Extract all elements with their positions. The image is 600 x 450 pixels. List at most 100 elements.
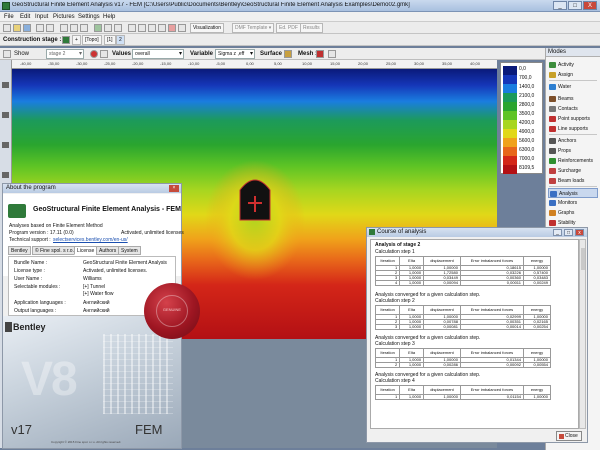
menu-pictures[interactable]: Pictures: [53, 14, 75, 20]
mode-label: Contacts: [558, 106, 578, 112]
mode-analysis[interactable]: Analysis: [548, 188, 598, 198]
support-label: Technical support :: [9, 237, 51, 243]
undo-icon[interactable]: [36, 24, 44, 32]
menu-help[interactable]: Help: [103, 14, 115, 20]
new-file-icon[interactable]: [3, 24, 11, 32]
menu-settings[interactable]: Settings: [78, 14, 100, 20]
close-button-dialog[interactable]: Close: [556, 431, 582, 441]
print-icon[interactable]: [168, 24, 176, 32]
iteration-table: Iteration Elta displacement Error imbalance…: [374, 348, 552, 368]
copy-icon[interactable]: [70, 24, 78, 32]
paste-icon[interactable]: [80, 24, 88, 32]
mode-separator: [549, 134, 597, 135]
template-dropdown[interactable]: DMF Template ▾: [232, 23, 275, 33]
show-label[interactable]: Show: [14, 51, 29, 57]
mode-props[interactable]: Props: [548, 146, 598, 156]
log-scrollbar[interactable]: [579, 239, 586, 429]
menu-file[interactable]: File: [4, 14, 14, 20]
settings-icon[interactable]: [328, 50, 336, 58]
minimize-button[interactable]: _: [553, 1, 567, 10]
surface-label: Surface :: [260, 51, 286, 57]
stage-select[interactable]: stage 2: [46, 49, 84, 59]
redo-icon[interactable]: [46, 24, 54, 32]
legend-swatch: [503, 66, 517, 75]
table-cell: 0,00249: [522, 280, 552, 286]
stage-2-button[interactable]: 2: [116, 35, 125, 45]
mode-water[interactable]: Water: [548, 82, 598, 92]
nav-arrow-icon[interactable]: [2, 112, 9, 118]
field-value: Английский: [83, 308, 110, 314]
menu-edit[interactable]: Edit: [20, 14, 30, 20]
frame-icon[interactable]: [158, 24, 166, 32]
variable-select[interactable]: Sigma z ,eff: [215, 49, 255, 59]
course-close-x-button[interactable]: x: [575, 229, 584, 236]
field-value: Английский: [83, 300, 110, 306]
mode-point-supports[interactable]: Point supports: [548, 114, 598, 124]
mode-contacts[interactable]: Contacts: [548, 104, 598, 114]
values-select[interactable]: overall: [132, 49, 184, 59]
tab-fine[interactable]: © Fine spol. s r.o.: [32, 246, 77, 255]
copyright: Copyright © 2015 Fine spol. s r.o. All r…: [51, 440, 122, 444]
close-button[interactable]: X: [583, 1, 597, 10]
surface-icon[interactable]: [284, 50, 292, 58]
course-minimize-button[interactable]: _: [553, 229, 562, 236]
mode-monitors[interactable]: Monitors: [548, 198, 598, 208]
variable-label: Variable :: [190, 51, 217, 57]
cross-icon[interactable]: [100, 50, 108, 58]
preview-icon[interactable]: [178, 24, 186, 32]
nav-arrow-icon[interactable]: [2, 142, 9, 148]
tab-authors[interactable]: Authors: [96, 246, 120, 255]
about-close-button[interactable]: ×: [169, 185, 179, 192]
rotate-icon[interactable]: [148, 24, 156, 32]
cut-icon[interactable]: [60, 24, 68, 32]
mode-icon: [549, 72, 556, 78]
mode-assign[interactable]: Assign: [548, 70, 598, 80]
tab-bentley[interactable]: Bentley: [8, 246, 31, 255]
table-cell: 0,00254: [522, 324, 552, 330]
mode-line-supports[interactable]: Line supports: [548, 124, 598, 134]
legend-swatch: [503, 75, 517, 84]
save-icon[interactable]: [23, 24, 31, 32]
mode-anchors[interactable]: Anchors: [548, 136, 598, 146]
visualization-button[interactable]: Visualization: [190, 23, 224, 33]
step-title: Calculation step 2: [375, 298, 415, 304]
pdf-button[interactable]: Ed. PDF: [276, 23, 301, 33]
analysis-log: Analysis of stage 2 Calculation step 1 It…: [370, 239, 579, 429]
results-button[interactable]: Results: [300, 23, 323, 33]
stage-1-button[interactable]: [1]: [104, 35, 116, 45]
mode-label: Stability: [558, 220, 576, 226]
pan-icon[interactable]: [128, 24, 136, 32]
tab-license[interactable]: License: [74, 246, 98, 255]
legend-value: 0,0: [519, 66, 526, 72]
topo-stage-button[interactable]: [Topo]: [82, 35, 102, 45]
support-link[interactable]: selectservices.bentley.com/en-us/: [53, 237, 128, 243]
pin-icon[interactable]: [3, 50, 11, 58]
record-icon[interactable]: [90, 50, 98, 58]
fit-icon[interactable]: [138, 24, 146, 32]
table-cell: 1,0000: [399, 362, 425, 368]
open-folder-icon[interactable]: [13, 24, 21, 32]
mode-separator: [549, 80, 597, 81]
field-key: Bundle Name :: [14, 260, 48, 266]
nav-arrow-icon[interactable]: [2, 82, 9, 88]
mode-beam-loads[interactable]: Beam loads: [548, 176, 598, 186]
main-toolbar: Visualization DMF Template ▾ Ed. PDF Res…: [0, 22, 600, 34]
list-icon[interactable]: [114, 24, 122, 32]
stage-plus-button[interactable]: +: [72, 35, 81, 45]
course-maximize-button[interactable]: □: [564, 229, 573, 236]
mode-activity[interactable]: Activity: [548, 60, 598, 70]
mode-graphs[interactable]: Graphs: [548, 208, 598, 218]
zoom-icon[interactable]: [94, 24, 102, 32]
mode-surcharge[interactable]: Surcharge: [548, 166, 598, 176]
nav-arrow-icon[interactable]: [2, 172, 9, 178]
tab-system[interactable]: System: [118, 246, 141, 255]
grid-icon[interactable]: [104, 24, 112, 32]
maximize-button[interactable]: □: [568, 1, 582, 10]
mesh-icon[interactable]: [316, 50, 324, 58]
mode-reinforcements[interactable]: Reinforcements: [548, 156, 598, 166]
legend-value: 2100,0: [519, 93, 535, 99]
menu-input[interactable]: Input: [35, 14, 48, 20]
table-cell: 0,00081: [423, 324, 461, 330]
mode-beams[interactable]: Beams: [548, 94, 598, 104]
course-app-icon: [369, 229, 375, 235]
